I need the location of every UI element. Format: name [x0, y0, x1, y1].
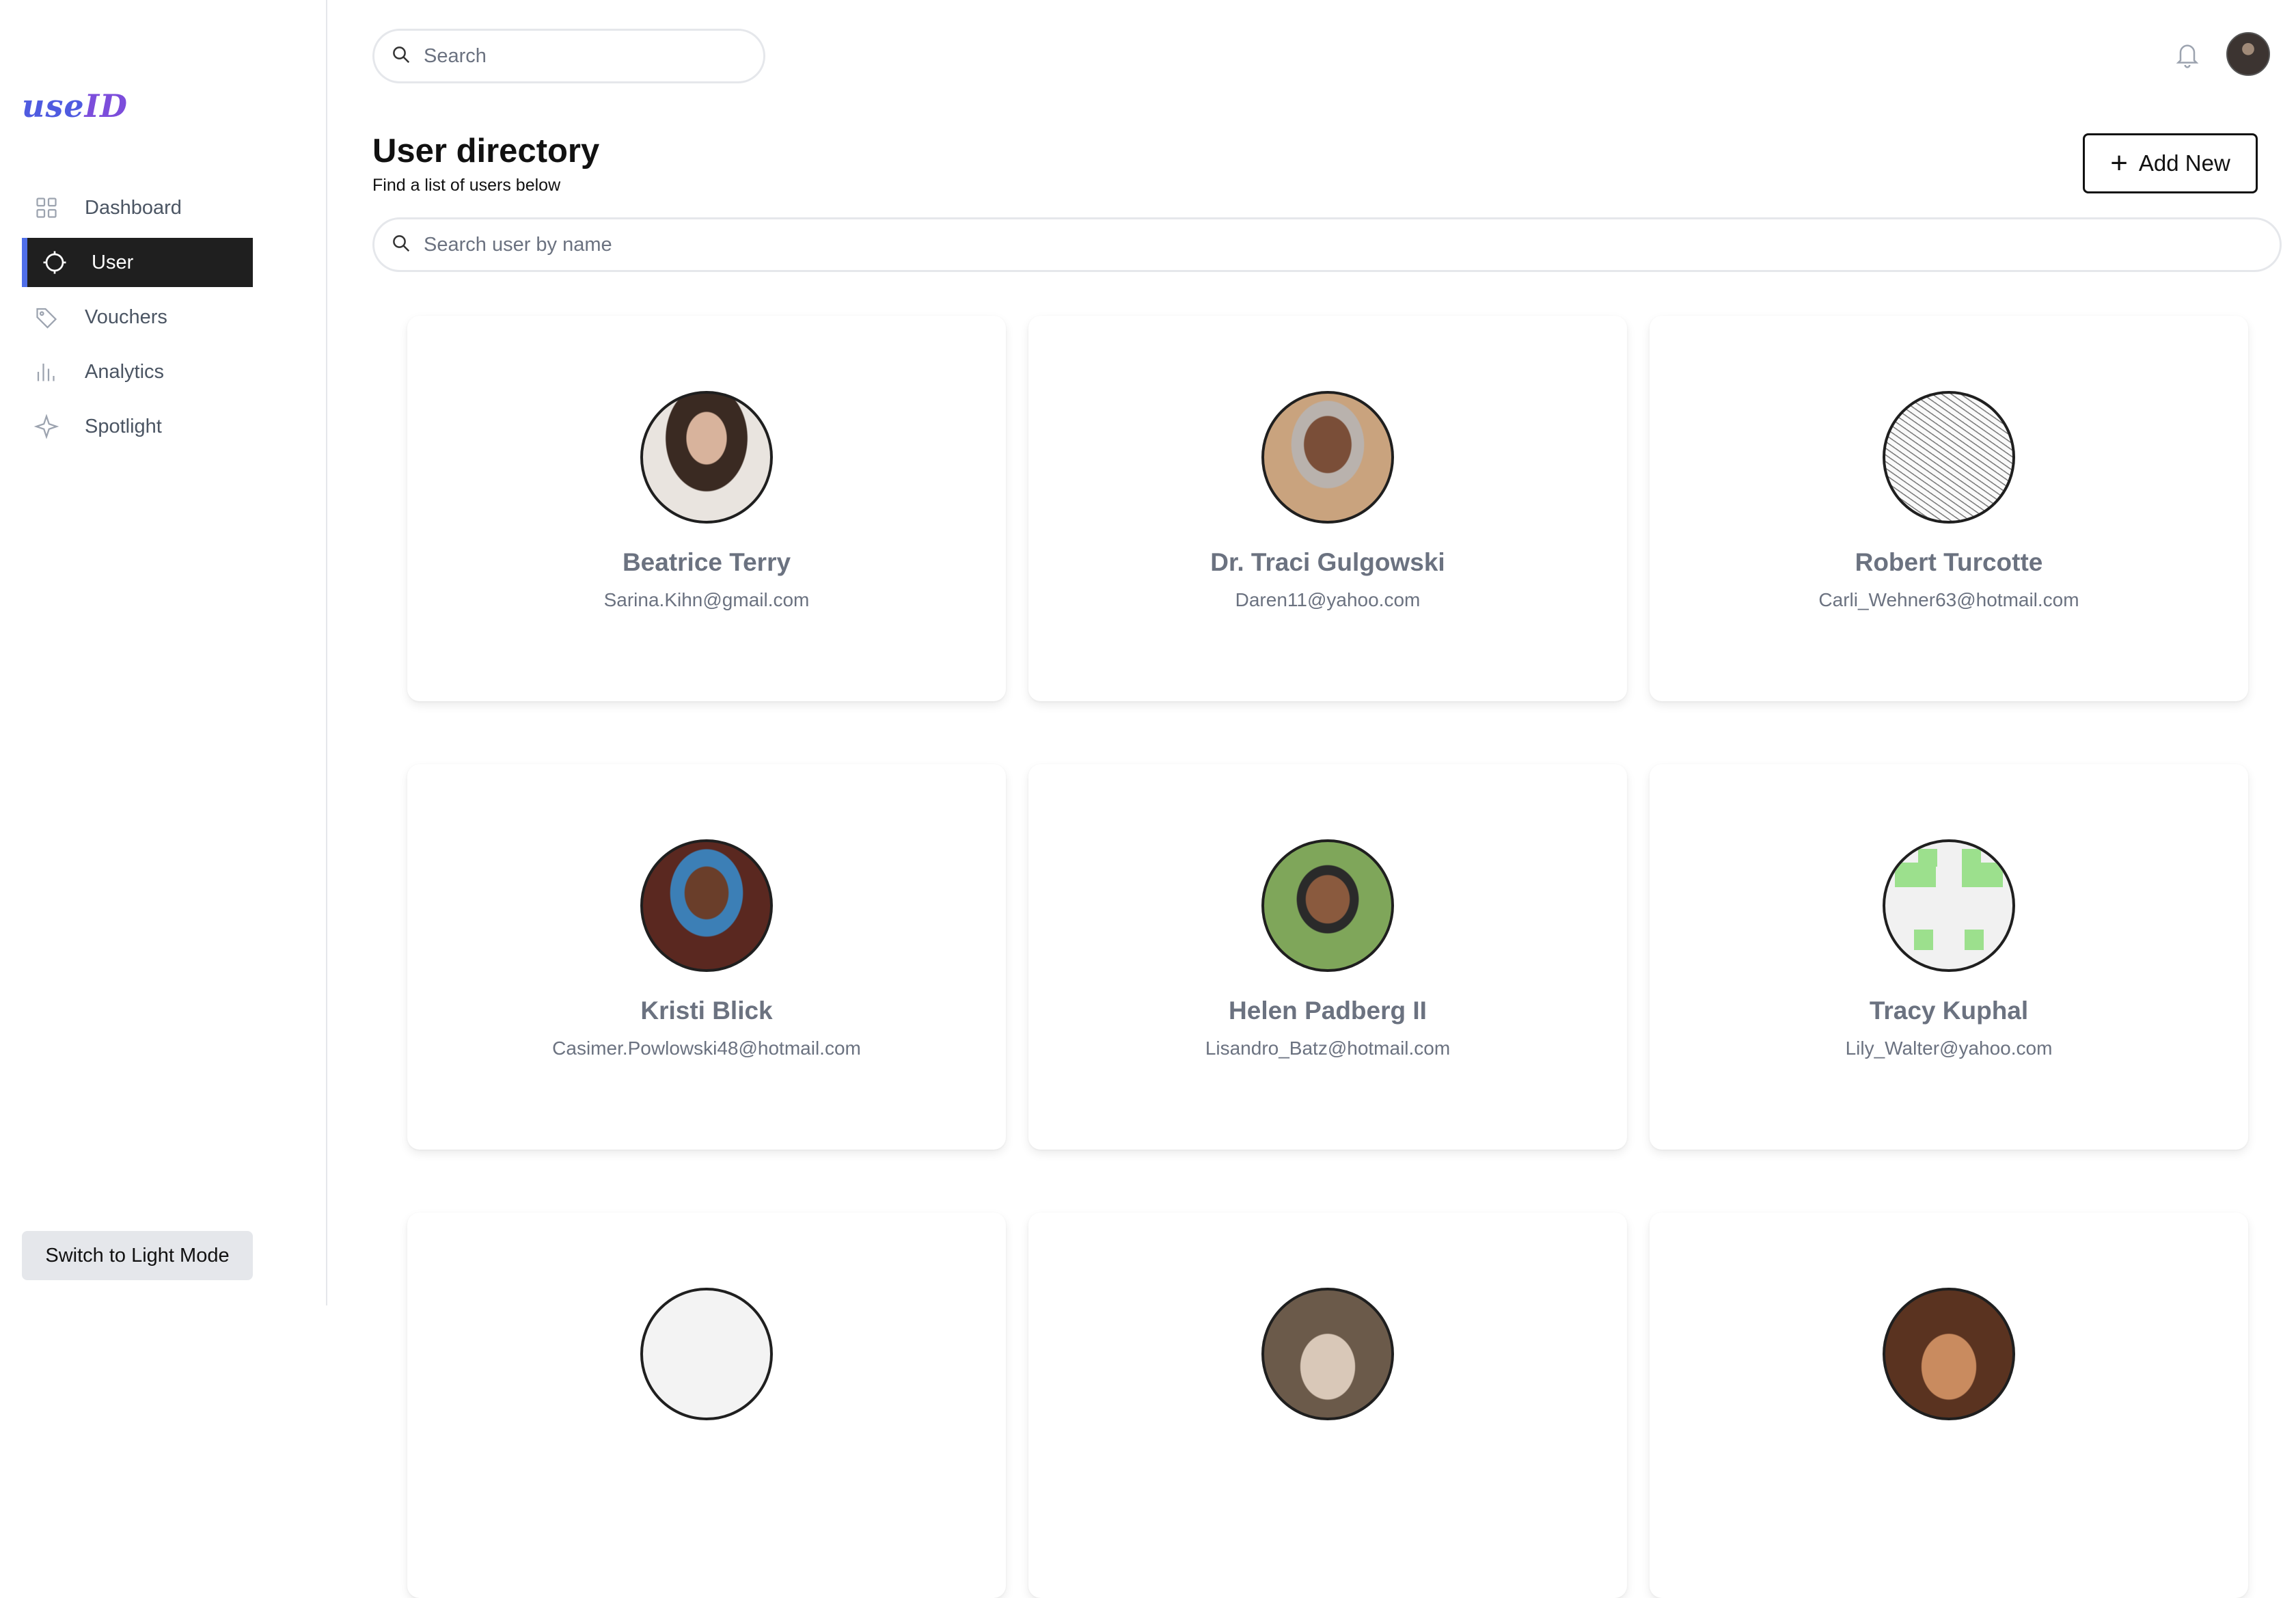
sparkle-icon	[34, 414, 59, 439]
plus-icon: +	[2110, 146, 2128, 180]
user-name: Beatrice Terry	[622, 548, 791, 576]
user-search-input[interactable]	[422, 232, 1934, 257]
user-email: Daren11@yahoo.com	[1235, 589, 1421, 610]
user-avatar	[1883, 1288, 2015, 1420]
grid-icon	[34, 195, 59, 220]
sidebar-item-dashboard[interactable]: Dashboard	[22, 183, 253, 232]
add-new-label: Add New	[2138, 150, 2230, 176]
sidebar-item-spotlight[interactable]: Spotlight	[22, 402, 253, 451]
user-name: Dr. Traci Gulgowski	[1210, 548, 1445, 576]
bar-chart-icon	[34, 360, 59, 384]
user-grid: Beatrice Terry Sarina.Kihn@gmail.com Dr.…	[407, 316, 2248, 1598]
user-avatar	[640, 391, 773, 524]
sidebar-item-label: User	[92, 251, 134, 273]
search-icon	[391, 233, 411, 257]
user-email: Lily_Walter@yahoo.com	[1845, 1038, 2053, 1059]
tag-icon	[34, 305, 59, 329]
user-avatar	[1261, 839, 1394, 972]
search-icon	[391, 44, 411, 68]
sidebar-item-analytics[interactable]: Analytics	[22, 347, 253, 396]
user-card[interactable]	[407, 1213, 1006, 1598]
sidebar-item-label: Analytics	[85, 360, 165, 383]
bell-icon[interactable]	[2174, 40, 2201, 70]
user-card[interactable]: Beatrice Terry Sarina.Kihn@gmail.com	[407, 316, 1006, 701]
profile-avatar[interactable]	[2226, 32, 2270, 76]
user-card[interactable]: Tracy Kuphal Lily_Walter@yahoo.com	[1650, 764, 2248, 1150]
logo-text-id: ID	[84, 87, 128, 124]
user-avatar	[1883, 391, 2015, 524]
global-search[interactable]	[372, 29, 765, 83]
user-card[interactable]: Helen Padberg II Lisandro_Batz@hotmail.c…	[1028, 764, 1627, 1150]
user-avatar	[1261, 1288, 1394, 1420]
user-name: Kristi Blick	[640, 997, 773, 1025]
user-avatar	[640, 1288, 773, 1420]
user-card[interactable]: Dr. Traci Gulgowski Daren11@yahoo.com	[1028, 316, 1627, 701]
global-search-input[interactable]	[422, 44, 720, 68]
sidebar-item-label: Spotlight	[85, 415, 162, 437]
user-card[interactable]: Kristi Blick Casimer.Powlowski48@hotmail…	[407, 764, 1006, 1150]
user-avatar	[640, 839, 773, 972]
sidebar: useID Dashboard User Vouchers Analytics	[0, 0, 327, 1305]
sidebar-nav: Dashboard User Vouchers Analytics Spotli…	[22, 183, 253, 457]
sidebar-item-label: Dashboard	[85, 196, 182, 219]
logo-text-use: use	[22, 87, 85, 124]
user-card[interactable]	[1028, 1213, 1627, 1598]
sidebar-item-vouchers[interactable]: Vouchers	[22, 293, 253, 342]
user-card[interactable]	[1650, 1213, 2248, 1598]
sidebar-item-user[interactable]: User	[22, 238, 253, 287]
user-email: Carli_Wehner63@hotmail.com	[1818, 589, 2079, 610]
user-email: Lisandro_Batz@hotmail.com	[1205, 1038, 1451, 1059]
page-subtitle: Find a list of users below	[372, 176, 561, 195]
add-new-button[interactable]: + Add New	[2083, 133, 2258, 193]
user-avatar	[1261, 391, 1394, 524]
user-avatar	[1883, 839, 2015, 972]
page-title: User directory	[372, 133, 600, 170]
app-logo[interactable]: useID	[22, 87, 128, 124]
user-name: Robert Turcotte	[1855, 548, 2043, 576]
user-search[interactable]	[372, 217, 2282, 272]
crosshair-circle-icon	[42, 250, 67, 275]
user-card[interactable]: Robert Turcotte Carli_Wehner63@hotmail.c…	[1650, 316, 2248, 701]
user-name: Tracy Kuphal	[1869, 997, 2029, 1025]
user-name: Helen Padberg II	[1229, 997, 1427, 1025]
sidebar-item-label: Vouchers	[85, 306, 167, 328]
theme-toggle-button[interactable]: Switch to Light Mode	[22, 1231, 253, 1280]
user-email: Sarina.Kihn@gmail.com	[603, 589, 810, 610]
user-email: Casimer.Powlowski48@hotmail.com	[552, 1038, 861, 1059]
